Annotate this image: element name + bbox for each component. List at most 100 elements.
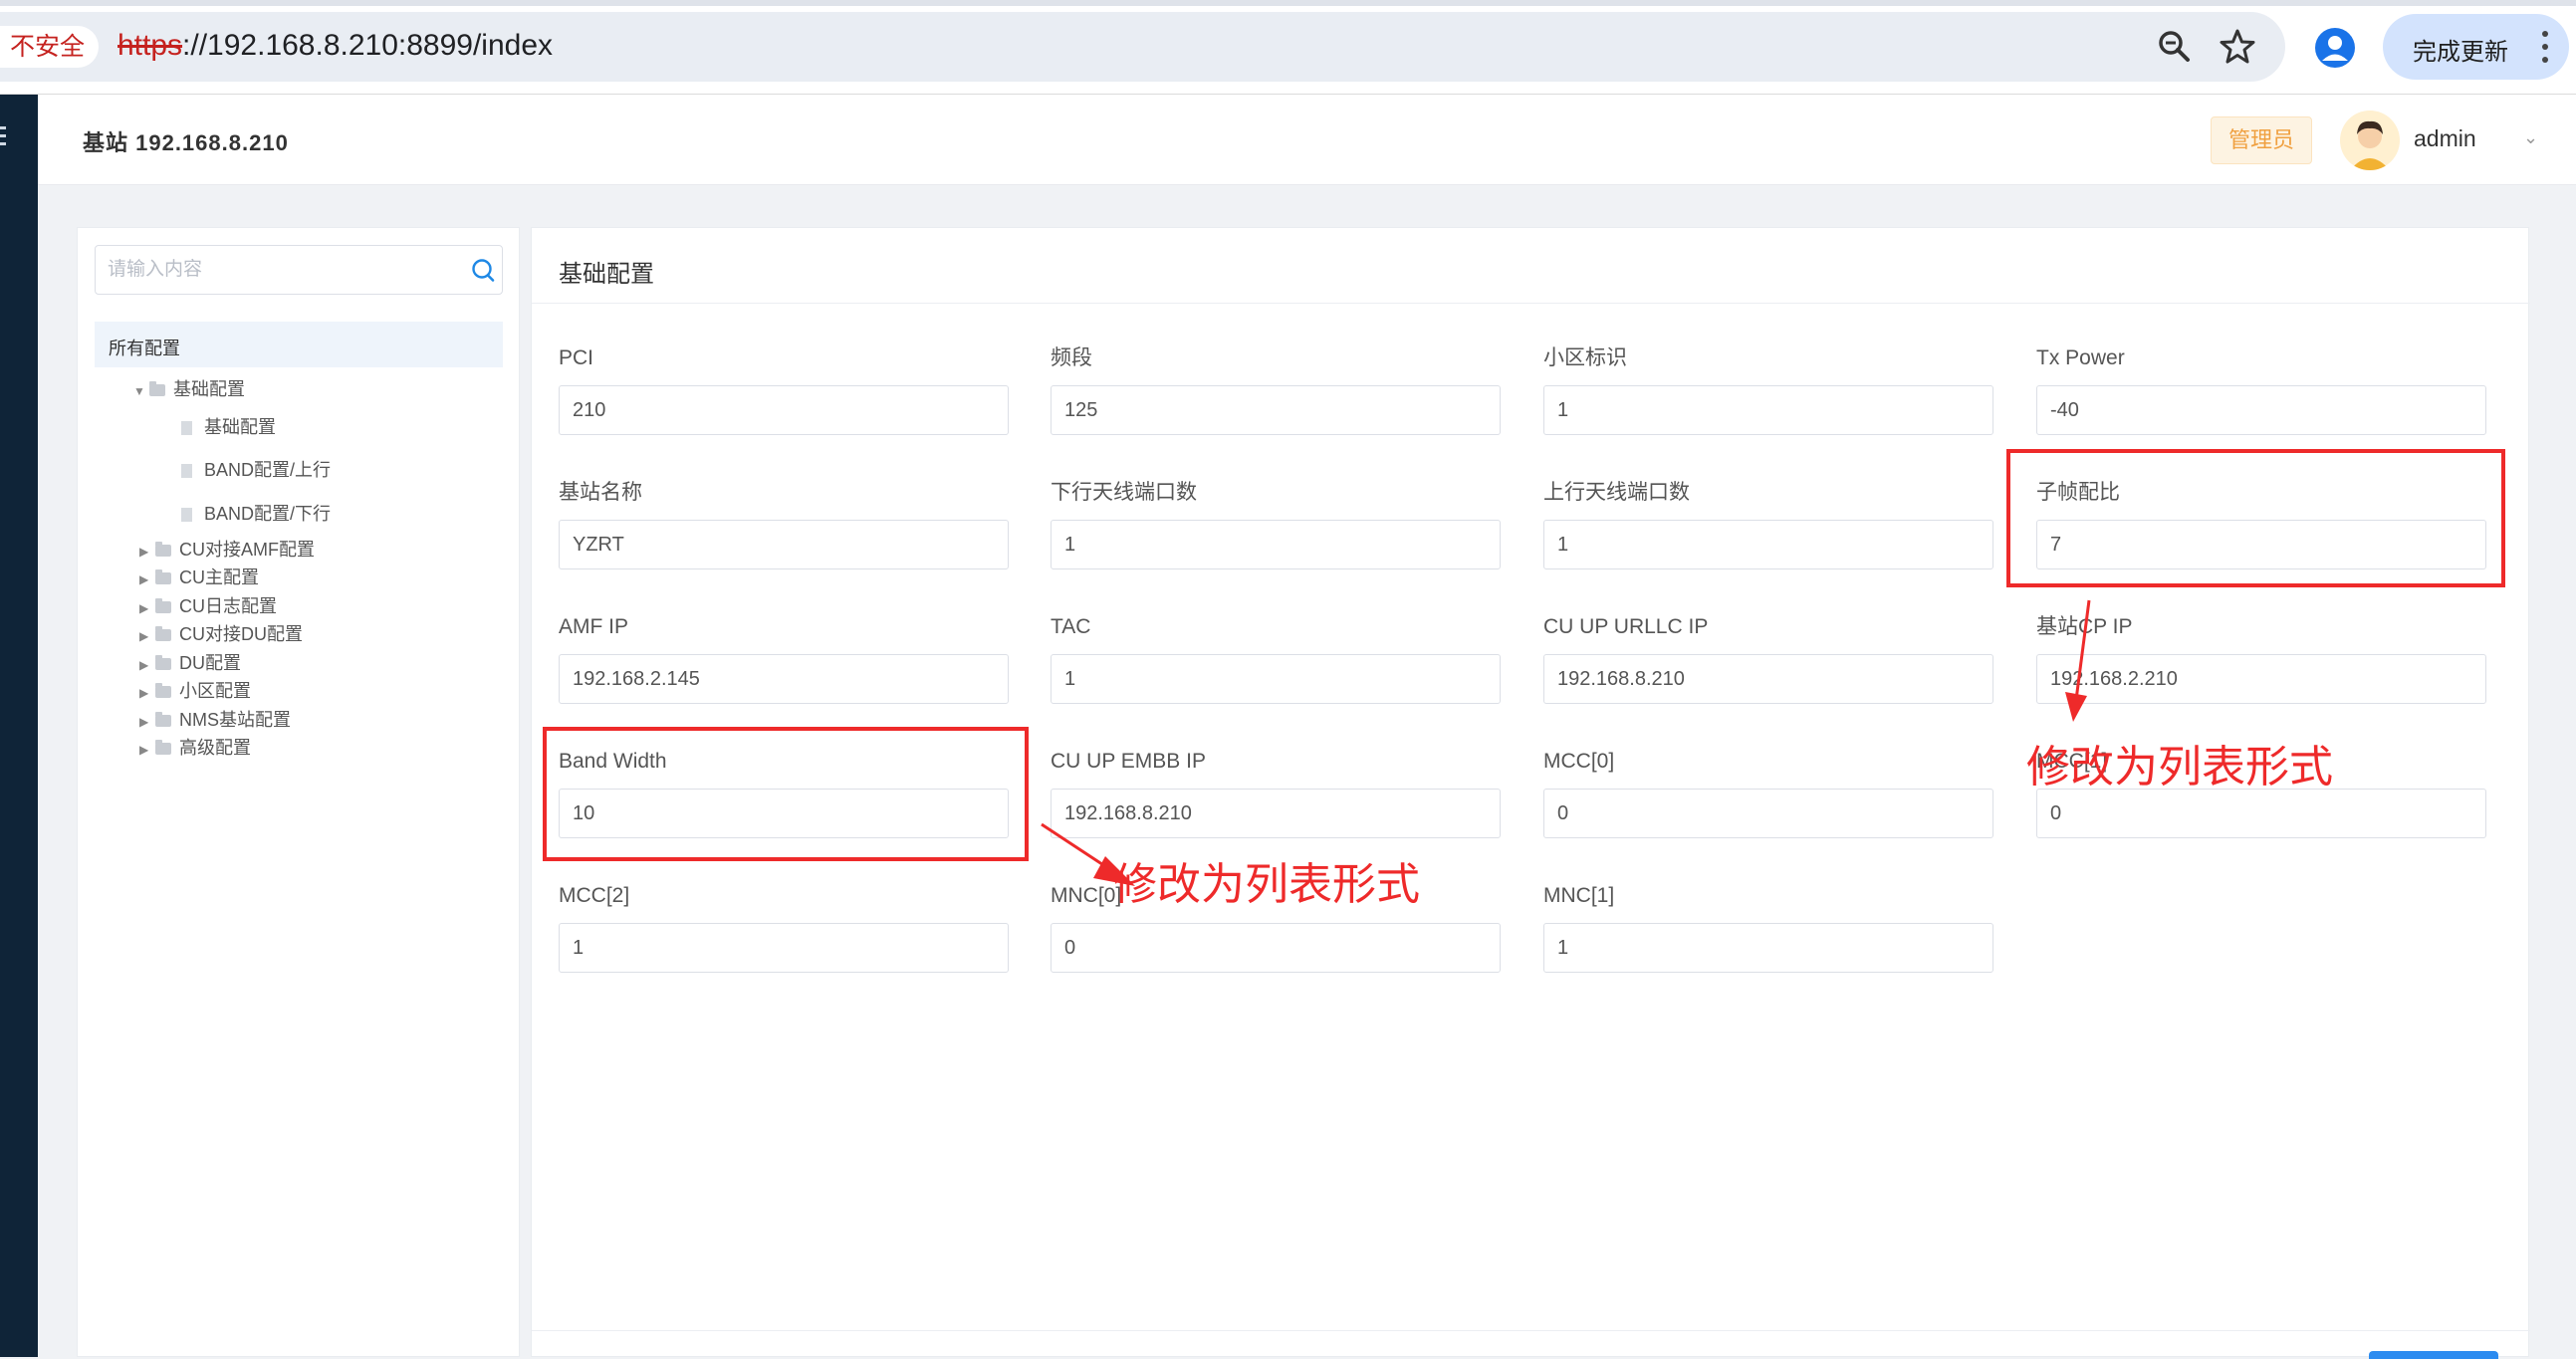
- profile-icon[interactable]: [2315, 28, 2355, 68]
- caret-right-icon[interactable]: ▶: [139, 679, 155, 707]
- field-mcc-2: MCC[2] 1: [559, 879, 1009, 973]
- band-input[interactable]: 125: [1051, 385, 1501, 435]
- tab-strip: [0, 0, 2576, 6]
- mcc-2-input[interactable]: 1: [559, 923, 1009, 973]
- username[interactable]: admin: [2414, 125, 2476, 152]
- field-cell-id: 小区标识 1: [1543, 341, 1993, 435]
- tree-node-label: CU对接AMF配置: [179, 540, 315, 560]
- tree-node-label: CU对接DU配置: [179, 624, 303, 644]
- tree-node-cu-main[interactable]: ▶ CU主配置: [139, 564, 259, 591]
- config-tree-panel: 所有配置 ▼ 基础配置 基础配置 BAND配置/上行 BAND配置/下行 ▶ CU对…: [77, 227, 520, 1357]
- role-badge: 管理员: [2211, 116, 2312, 164]
- tree-node-cell[interactable]: ▶ 小区配置: [139, 677, 251, 705]
- address-bar[interactable]: 不安全 https://192.168.8.210:8899/index: [0, 12, 2285, 82]
- field-tac: TAC 1: [1051, 610, 1501, 704]
- card-title: 基础配置: [559, 261, 654, 288]
- caret-right-icon[interactable]: ▶: [139, 538, 155, 566]
- file-icon: [181, 508, 192, 522]
- mnc-0-input[interactable]: 0: [1051, 923, 1501, 973]
- field-label: TAC: [1051, 615, 1091, 638]
- url-protocol: https: [117, 29, 183, 62]
- caret-right-icon[interactable]: ▶: [139, 736, 155, 764]
- card-header: 基础配置: [532, 228, 2530, 304]
- tree-leaf-basic-config[interactable]: 基础配置: [181, 413, 276, 441]
- station-name-input[interactable]: YZRT: [559, 520, 1009, 569]
- dl-antenna-ports-input[interactable]: 1: [1051, 520, 1501, 569]
- tree-node-label: 基础配置: [173, 379, 245, 399]
- field-mnc-1: MNC[1] 1: [1543, 879, 1993, 973]
- field-label: PCI: [559, 346, 594, 369]
- tree-node-label: 小区配置: [179, 681, 251, 701]
- field-pci: PCI 210: [559, 341, 1009, 435]
- caret-right-icon[interactable]: ▶: [139, 566, 155, 593]
- field-tx-power: Tx Power -40: [2036, 341, 2486, 435]
- field-label: MCC[2]: [559, 884, 630, 907]
- page-title: 基站 192.168.8.210: [83, 130, 289, 155]
- caret-right-icon[interactable]: ▶: [139, 594, 155, 622]
- tree-node-basic-config[interactable]: ▼ 基础配置: [133, 375, 245, 403]
- folder-icon: [155, 712, 171, 727]
- more-menu-icon[interactable]: [2542, 31, 2548, 63]
- tree-node-advanced[interactable]: ▶ 高级配置: [139, 734, 251, 762]
- side-rail: [0, 95, 38, 1357]
- chevron-down-icon[interactable]: ⌄: [2523, 127, 2538, 148]
- tree-search[interactable]: [95, 245, 503, 295]
- file-icon: [181, 421, 192, 435]
- bookmark-star-icon[interactable]: [2219, 28, 2256, 66]
- tx-power-input[interactable]: -40: [2036, 385, 2486, 435]
- caret-right-icon[interactable]: ▶: [139, 622, 155, 650]
- field-dl-antenna-ports: 下行天线端口数 1: [1051, 476, 1501, 569]
- amf-ip-input[interactable]: 192.168.2.145: [559, 654, 1009, 704]
- field-label: 频段: [1051, 346, 1092, 369]
- caret-down-icon[interactable]: ▼: [133, 377, 149, 405]
- annotation-text-left: 修改为列表形式: [1113, 860, 1420, 909]
- search-icon[interactable]: [470, 258, 496, 284]
- tree-leaf-band-uplink[interactable]: BAND配置/上行: [181, 456, 331, 484]
- tree-leaf-band-downlink[interactable]: BAND配置/下行: [181, 500, 331, 528]
- tree-root[interactable]: 所有配置: [95, 322, 503, 367]
- pci-input[interactable]: 210: [559, 385, 1009, 435]
- mnc-1-input[interactable]: 1: [1543, 923, 1993, 973]
- field-label: CU UP EMBB IP: [1051, 750, 1206, 773]
- tree-search-input[interactable]: [108, 256, 436, 284]
- caret-right-icon[interactable]: ▶: [139, 708, 155, 736]
- file-icon: [181, 464, 192, 478]
- tree-node-cu-amf[interactable]: ▶ CU对接AMF配置: [139, 536, 315, 564]
- folder-icon: [149, 381, 165, 396]
- insecure-badge[interactable]: 不安全: [0, 26, 100, 68]
- ul-antenna-ports-input[interactable]: 1: [1543, 520, 1993, 569]
- tree-node-du[interactable]: ▶ DU配置: [139, 649, 241, 677]
- folder-icon: [155, 542, 171, 557]
- cell-id-input[interactable]: 1: [1543, 385, 1993, 435]
- cu-up-urllc-ip-input[interactable]: 192.168.8.210: [1543, 654, 1993, 704]
- field-label: 基站名称: [559, 481, 642, 504]
- zoom-icon[interactable]: [2156, 28, 2194, 66]
- folder-icon: [155, 683, 171, 698]
- url-text[interactable]: https://192.168.8.210:8899/index: [117, 28, 553, 64]
- field-cu-up-urllc-ip: CU UP URLLC IP 192.168.8.210: [1543, 610, 1993, 704]
- tac-input[interactable]: 1: [1051, 654, 1501, 704]
- annotation-box-subframe: [2006, 449, 2505, 587]
- mcc-0-input[interactable]: 0: [1543, 789, 1993, 838]
- menu-icon[interactable]: [0, 126, 6, 146]
- annotation-text-right: 修改为列表形式: [2026, 743, 2333, 792]
- tree-node-label: NMS基站配置: [179, 710, 291, 730]
- tree-node-cu-du[interactable]: ▶ CU对接DU配置: [139, 620, 303, 648]
- mcc-1-input[interactable]: 0: [2036, 789, 2486, 838]
- tree-root-label: 所有配置: [109, 339, 180, 358]
- field-label: AMF IP: [559, 615, 629, 638]
- folder-icon: [155, 740, 171, 755]
- annotation-arrow-left: [1041, 822, 1135, 886]
- avatar[interactable]: [2340, 111, 2400, 170]
- tree-leaf-label: BAND配置/上行: [204, 460, 332, 480]
- folder-icon: [155, 655, 171, 670]
- caret-right-icon[interactable]: ▶: [139, 651, 155, 679]
- tree-node-nms[interactable]: ▶ NMS基站配置: [139, 706, 291, 734]
- annotation-box-bandwidth: [543, 727, 1029, 861]
- tree-node-cu-log[interactable]: ▶ CU日志配置: [139, 592, 277, 620]
- tree-node-label: CU主配置: [179, 567, 259, 587]
- field-label: MNC[1]: [1543, 884, 1615, 907]
- save-button[interactable]: [2369, 1351, 2498, 1359]
- update-button[interactable]: 完成更新: [2383, 14, 2569, 80]
- card-footer: [532, 1330, 2530, 1358]
